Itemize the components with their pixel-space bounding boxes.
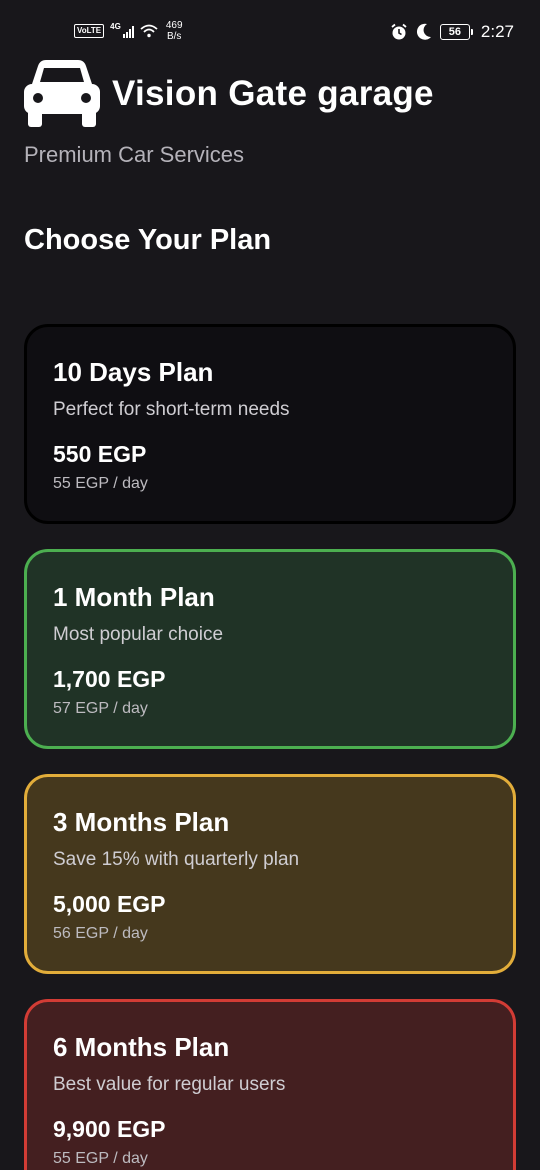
plan-per-day: 56 EGP / day [53,925,148,942]
plan-price: 1,700 EGP [53,666,166,692]
clock: 2:27 [480,22,514,41]
plan-per-day: 55 EGP / day [53,475,148,492]
plan-description: Save 15% with quarterly plan [53,849,300,870]
status-left: VoLTE 4G 469 B/s [74,20,183,42]
plan-card-3-months[interactable]: 3 Months Plan Save 15% with quarterly pl… [24,774,516,974]
app-subtitle: Premium Car Services [24,142,245,167]
volte-badge: VoLTE [74,24,105,38]
network-speed: 469 B/s [166,20,183,42]
network-type: 4G [110,21,121,31]
plan-description: Perfect for short-term needs [53,399,290,420]
plan-per-day: 55 EGP / day [53,1150,148,1167]
battery-level: 56 [439,24,470,40]
status-bar: VoLTE 4G 469 B/s 56 2:27 [0,0,540,60]
plans-list: 10 Days Plan Perfect for short-term need… [24,324,516,1170]
network-speed-value: 469 [165,20,183,31]
alarm-icon [391,23,407,40]
plan-description: Best value for regular users [53,1074,286,1095]
moon-icon [416,23,431,40]
plan-card-10-days[interactable]: 10 Days Plan Perfect for short-term need… [24,324,516,524]
app-screen: VoLTE 4G 469 B/s 56 2:27 Vision Gate gar… [0,0,540,1170]
plan-name: 6 Months Plan [53,1032,230,1062]
plan-price: 9,900 EGP [53,1116,166,1142]
wifi-icon [140,24,158,38]
battery-icon: 56 [439,24,473,40]
plan-card-1-month[interactable]: 1 Month Plan Most popular choice 1,700 E… [24,549,516,749]
signal-icon [122,25,134,38]
car-icon [24,60,100,127]
plan-name: 1 Month Plan [53,582,215,612]
plan-price: 550 EGP [53,441,147,467]
plan-price: 5,000 EGP [53,891,166,917]
app-header: Vision Gate garage [24,60,434,128]
app-title: Vision Gate garage [112,74,434,113]
section-title: Choose Your Plan [24,224,272,256]
battery-tip [470,29,473,35]
network-speed-unit: B/s [166,31,182,42]
plan-name: 10 Days Plan [53,357,214,387]
plan-card-6-months[interactable]: 6 Months Plan Best value for regular use… [24,999,516,1170]
plan-description: Most popular choice [53,624,224,645]
plan-name: 3 Months Plan [53,807,230,837]
status-right: 56 2:27 [390,22,514,42]
plan-per-day: 57 EGP / day [53,700,148,717]
